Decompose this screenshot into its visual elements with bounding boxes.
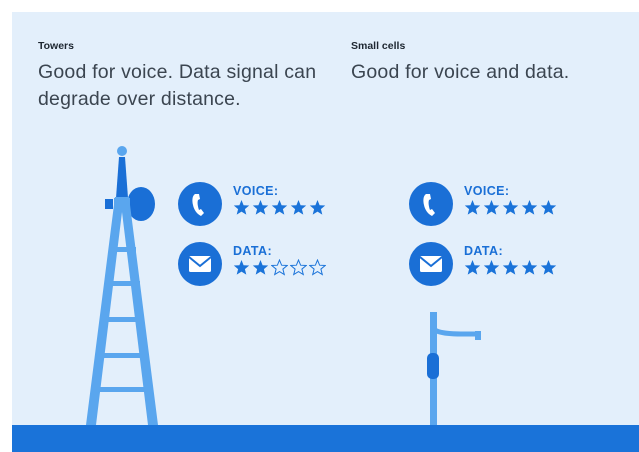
star-filled-icon bbox=[252, 200, 269, 215]
streetlight-small-cell-icon bbox=[427, 312, 481, 425]
envelope-icon bbox=[419, 256, 443, 272]
towers-heading: Towers bbox=[38, 40, 74, 52]
small-cells-description: Good for voice and data. bbox=[351, 61, 570, 83]
phone-icon bbox=[192, 194, 204, 216]
star-filled-icon bbox=[290, 200, 307, 215]
envelope-icon bbox=[188, 256, 212, 272]
envelope-icon-badge bbox=[178, 242, 222, 286]
towers-description: Good for voice. Data signal can degrade … bbox=[38, 61, 317, 110]
small-cells-data-rating: DATA: bbox=[409, 242, 579, 286]
data-label: DATA: bbox=[464, 244, 504, 258]
data-label: DATA: bbox=[233, 244, 273, 258]
star-rating bbox=[464, 259, 559, 277]
star-empty-icon bbox=[290, 259, 307, 276]
small-cells-heading: Small cells bbox=[351, 40, 406, 52]
star-filled-icon bbox=[483, 200, 500, 215]
voice-label: VOICE: bbox=[464, 184, 510, 198]
star-filled-icon bbox=[540, 200, 557, 215]
phone-icon-badge bbox=[409, 182, 453, 226]
phone-icon bbox=[423, 194, 435, 216]
comparison-panel: Towers Good for voice. Data signal can d… bbox=[12, 12, 639, 452]
star-filled-icon bbox=[271, 200, 288, 215]
star-filled-icon bbox=[464, 200, 481, 215]
star-filled-icon bbox=[521, 260, 538, 275]
star-rating bbox=[464, 199, 559, 217]
star-filled-icon bbox=[309, 200, 326, 215]
star-rating bbox=[233, 259, 328, 277]
towers-data-rating: DATA: bbox=[178, 242, 348, 286]
star-filled-icon bbox=[464, 260, 481, 275]
ground-bar bbox=[12, 425, 639, 452]
star-filled-icon bbox=[502, 200, 519, 215]
star-empty-icon bbox=[271, 259, 288, 276]
star-filled-icon bbox=[483, 260, 500, 275]
star-empty-icon bbox=[309, 259, 326, 276]
star-filled-icon bbox=[540, 260, 557, 275]
star-filled-icon bbox=[521, 200, 538, 215]
envelope-icon-badge bbox=[409, 242, 453, 286]
towers-voice-rating: VOICE: bbox=[178, 182, 348, 226]
phone-icon-badge bbox=[178, 182, 222, 226]
small-cells-voice-rating: VOICE: bbox=[409, 182, 579, 226]
star-filled-icon bbox=[233, 260, 250, 275]
star-rating bbox=[233, 199, 328, 217]
star-filled-icon bbox=[502, 260, 519, 275]
star-filled-icon bbox=[233, 200, 250, 215]
star-filled-icon bbox=[252, 260, 269, 275]
cell-tower-icon bbox=[86, 146, 158, 425]
voice-label: VOICE: bbox=[233, 184, 279, 198]
